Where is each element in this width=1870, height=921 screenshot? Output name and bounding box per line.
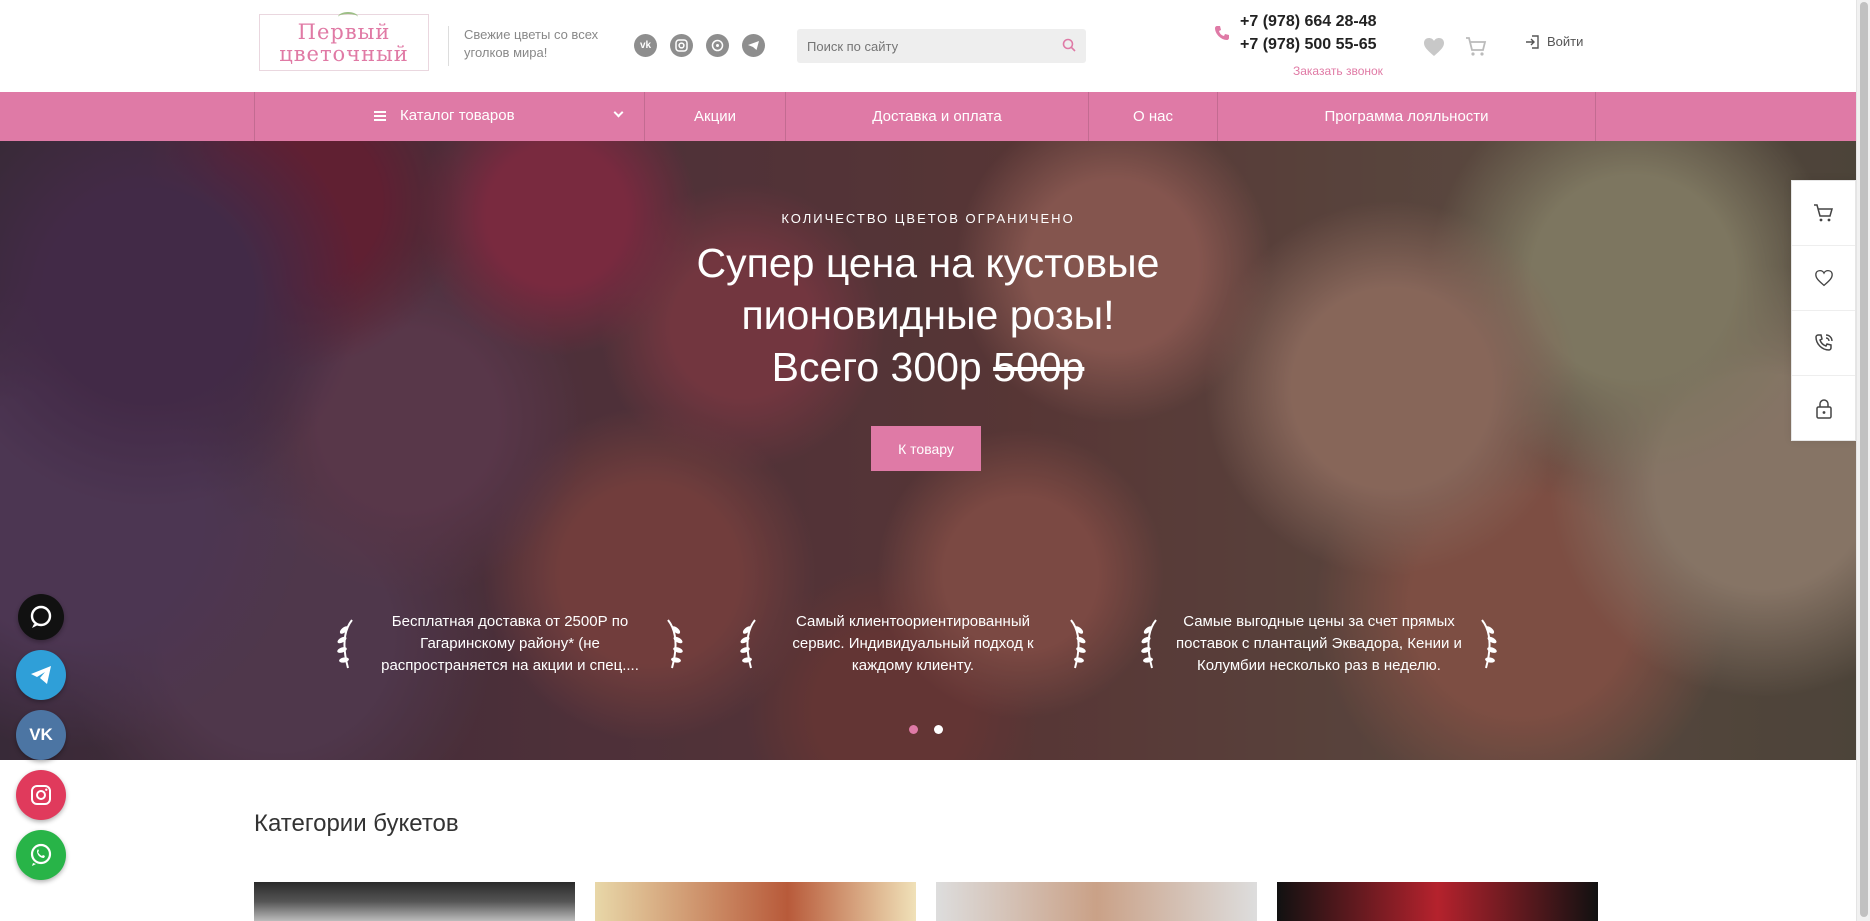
laurel-left-icon — [337, 619, 353, 669]
chat-widget-button[interactable] — [18, 594, 64, 640]
page: Первый цветочный Свежие цветы со всех уг… — [0, 0, 1856, 921]
category-card[interactable] — [254, 882, 575, 921]
panel-cart-button[interactable] — [1792, 181, 1855, 246]
search-input[interactable] — [797, 29, 1037, 63]
instagram-icon — [31, 785, 51, 805]
social-links: vk — [634, 34, 765, 57]
hero-price-new: Всего 300р — [771, 344, 982, 390]
catalog-label: Каталог товаров — [400, 107, 515, 124]
phone-numbers: +7 (978) 664 28-48 +7 (978) 500 55-65 — [1240, 10, 1377, 56]
callback-link[interactable]: Заказать звонок — [1293, 64, 1383, 78]
login-icon — [1526, 34, 1539, 49]
phone-1[interactable]: +7 (978) 664 28-48 — [1240, 10, 1377, 33]
menu-icon — [374, 111, 386, 121]
lock-icon — [1815, 398, 1832, 419]
telegram-icon — [31, 666, 51, 684]
instagram-icon[interactable] — [670, 34, 693, 57]
nav-item-delivery[interactable]: Доставка и оплата — [786, 92, 1089, 141]
logo-text: Первый цветочный — [279, 20, 409, 66]
telegram-icon[interactable] — [742, 34, 765, 57]
feature-service-text: Самый клиентоориентированный сервис. Инд… — [792, 613, 1034, 674]
logo[interactable]: Первый цветочный — [259, 12, 429, 71]
search-box — [797, 29, 1086, 63]
feature-delivery: Бесплатная доставка от 2500Р по Гагаринс… — [334, 611, 686, 677]
login-label: Войти — [1547, 34, 1584, 49]
phone-icon — [1215, 26, 1229, 40]
main-nav: Каталог товаров Акции Доставка и оплата … — [0, 92, 1856, 141]
slider-dot-2[interactable] — [934, 725, 943, 734]
vk-icon[interactable]: vk — [634, 34, 657, 57]
hero-price-old: 500р — [993, 344, 1085, 390]
feature-prices-text: Самые выгодные цены за счет прямых поста… — [1176, 613, 1462, 674]
category-card[interactable] — [1277, 882, 1598, 921]
panel-callback-button[interactable] — [1792, 311, 1855, 376]
heart-icon — [1814, 269, 1833, 287]
categories-title: Категории букетов — [254, 810, 459, 837]
instagram-button[interactable] — [16, 770, 66, 820]
laurel-right-icon — [667, 619, 683, 669]
logo-sprig-icon — [338, 12, 358, 22]
whatsapp-button[interactable] — [16, 830, 66, 880]
feature-service: Самый клиентоориентированный сервис. Инд… — [737, 611, 1089, 677]
slider-dots — [909, 725, 943, 734]
laurel-left-icon — [740, 619, 756, 669]
phone-2[interactable]: +7 (978) 500 55-65 — [1240, 33, 1377, 56]
hero-title: Супер цена на кустовые пионовидные розы! — [696, 240, 1160, 338]
category-card[interactable] — [936, 882, 1257, 921]
panel-favorites-button[interactable] — [1792, 246, 1855, 311]
heart-icon[interactable] — [1422, 36, 1446, 58]
panel-login-button[interactable] — [1792, 376, 1855, 441]
login-button[interactable]: Войти — [1525, 34, 1583, 49]
hero-kicker: КОЛИЧЕСТВО ЦВЕТОВ ОГРАНИЧЕНО — [781, 211, 1075, 226]
right-quick-panel — [1791, 180, 1856, 441]
hero-banner: КОЛИЧЕСТВО ЦВЕТОВ ОГРАНИЧЕНО Супер цена … — [0, 141, 1856, 760]
header: Первый цветочный Свежие цветы со всех уг… — [0, 0, 1856, 92]
phone-call-icon — [1814, 334, 1833, 351]
to-product-button[interactable]: К товару — [871, 426, 981, 471]
slider-dot-1[interactable] — [909, 725, 918, 734]
floating-messengers: vk — [16, 594, 66, 880]
feature-prices: Самые выгодные цены за счет прямых поста… — [1138, 611, 1500, 677]
catalog-menu-button[interactable]: Каталог товаров — [255, 92, 645, 141]
scrollbar-thumb[interactable] — [1860, 2, 1868, 917]
category-card[interactable] — [595, 882, 916, 921]
chevron-down-icon — [613, 107, 624, 118]
whatsapp-icon — [30, 843, 52, 866]
vk-icon: vk — [29, 725, 53, 744]
search-icon[interactable] — [1062, 38, 1076, 52]
nav-item-about[interactable]: О нас — [1089, 92, 1218, 141]
laurel-right-icon — [1481, 619, 1497, 669]
whatsapp-icon[interactable] — [706, 34, 729, 57]
cart-icon[interactable] — [1465, 35, 1487, 57]
cart-icon — [1813, 204, 1833, 222]
nav-item-promotions[interactable]: Акции — [645, 92, 786, 141]
nav-item-loyalty[interactable]: Программа лояльности — [1218, 92, 1596, 141]
chat-icon — [30, 605, 52, 628]
vk-button[interactable]: vk — [16, 710, 66, 760]
laurel-right-icon — [1070, 619, 1086, 669]
tagline: Свежие цветы со всех уголков мира! — [448, 26, 618, 66]
feature-delivery-text: Бесплатная доставка от 2500Р по Гагаринс… — [381, 613, 639, 674]
telegram-button[interactable] — [16, 650, 66, 700]
laurel-left-icon — [1141, 619, 1157, 669]
category-cards — [254, 882, 1598, 921]
hero-price: Всего 300р 500р — [578, 341, 1278, 393]
scrollbar[interactable] — [1856, 0, 1870, 921]
